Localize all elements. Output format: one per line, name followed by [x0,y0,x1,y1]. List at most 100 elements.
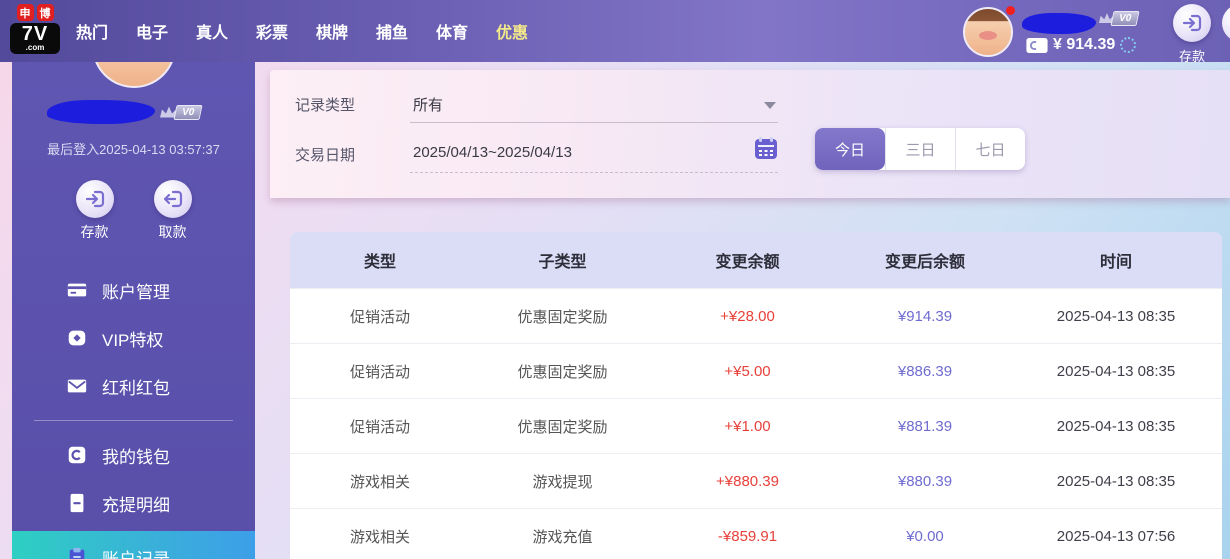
cell-after-amount: ¥914.39 [897,307,953,325]
cell-subtype: 优惠固定奖励 [517,308,608,326]
sidebar-item-account-records[interactable]: 账户记录 [12,531,255,559]
logo-badges: 申 博 [10,4,60,21]
cell-subtype: 游戏充值 [532,528,593,546]
nav-item-slots[interactable]: 电子 [136,19,168,43]
tab-three-days[interactable]: 三日 [885,128,955,170]
vip-badge: V0 [1098,11,1140,26]
topbar-deposit-button[interactable]: 存款 [1170,4,1214,65]
withdraw-arrow-icon [163,190,182,208]
sidebar-deposit-button[interactable]: 存款 [69,180,121,242]
cell-type: 促销活动 [349,418,410,436]
refresh-icon[interactable] [1120,37,1137,53]
sidebar-item-account-management[interactable]: 账户管理 [12,266,255,314]
calendar-icon[interactable] [754,136,778,165]
sidebar-item-vip-privileges[interactable]: VIP特权 [12,314,255,362]
cell-after-amount: ¥0.00 [906,527,944,545]
topbar-deposit-label: 存款 [1178,49,1205,64]
record-type-label: 记录类型 [295,97,356,114]
balance-row: ¥ 914.39 [1026,36,1137,54]
logo-box: 7V .com [10,23,60,54]
site-logo[interactable]: 申 博 7V .com [10,4,60,54]
table-row: 促销活动 优惠固定奖励 +¥28.00 ¥914.39 2025-04-13 0… [290,288,1222,343]
logo-main-text: 7V [21,23,49,45]
cell-time: 2025-04-13 08:35 [1056,417,1176,435]
record-type-select[interactable]: 所有 [413,94,443,115]
cell-change-amount: -¥859.91 [717,527,778,545]
nav-item-lottery[interactable]: 彩票 [256,19,288,43]
date-range-field[interactable]: 2025/04/13~2025/04/13 [413,144,572,161]
cell-time: 2025-04-13 08:35 [1056,362,1176,380]
sidebar-item-deposit-withdraw-details[interactable]: 充提明细 [12,479,255,527]
records-table: 类型 子类型 变更余额 变更后余额 时间 促销活动 优惠固定奖励 +¥28.00… [290,232,1222,559]
sidebar-item-bonus-redpacket[interactable]: 红利红包 [12,362,255,410]
sidebar-avatar[interactable] [91,62,176,88]
avatar[interactable] [963,7,1013,57]
cell-after-amount: ¥880.39 [897,472,953,490]
cell-subtype: 优惠固定奖励 [517,363,608,381]
deposit-circle [1173,4,1211,42]
sidebar-item-my-wallet[interactable]: 我的钱包 [12,431,255,479]
last-login-text: 最后登入2025-04-13 03:57:37 [47,142,220,157]
table-row: 游戏相关 游戏充值 -¥859.91 ¥0.00 2025-04-13 07:5… [290,508,1222,559]
column-header-change: 变更余额 [715,254,780,271]
cell-type: 促销活动 [349,308,410,326]
sidebar-item-label: 账户记录 [102,549,170,559]
clipboard-icon [65,545,89,559]
sidebar-vip-level-label: V0 [173,104,203,120]
column-header-subtype: 子类型 [538,254,587,271]
main-nav: 热门 电子 真人 彩票 棋牌 捕鱼 体育 优惠 [76,0,528,62]
sidebar-item-label: VIP特权 [102,330,164,350]
wallet-icon [1026,37,1048,53]
deposit-arrow-icon [85,190,104,208]
nav-item-sports[interactable]: 体育 [436,19,468,43]
cell-change-amount: +¥5.00 [724,362,771,380]
cell-change-amount: +¥28.00 [720,307,775,325]
sidebar-item-label: 红利红包 [102,378,170,398]
deposit-arrow-icon [1182,14,1202,32]
vip-level-label: V0 [1110,11,1140,26]
topbar: 申 博 7V .com 热门 电子 真人 彩票 棋牌 捕鱼 体育 优惠 V0 ¥… [0,0,1230,65]
page: 申 博 7V .com 热门 电子 真人 彩票 棋牌 捕鱼 体育 优惠 V0 ¥… [0,0,1230,559]
range-tabs: 今日 三日 七日 [815,128,1025,170]
column-header-time: 时间 [1099,254,1132,271]
table-header-row: 类型 子类型 变更余额 变更后余额 时间 [290,232,1222,288]
table-row: 游戏相关 游戏提现 +¥880.39 ¥880.39 2025-04-13 08… [290,453,1222,508]
sidebar-item-label: 充提明细 [102,495,170,515]
cell-time: 2025-04-13 07:56 [1056,527,1176,545]
chevron-down-icon[interactable] [764,102,776,109]
column-header-type: 类型 [363,254,396,271]
logo-badge-2: 博 [36,4,54,21]
sidebar-vip-badge: V0 [159,104,203,120]
tab-seven-days[interactable]: 七日 [955,128,1025,170]
cell-after-amount: ¥881.39 [897,417,953,435]
cell-after-amount: ¥886.39 [897,362,953,380]
sidebar-menu: 账户管理 VIP特权 红利红包 我的钱包 充提明细 账户记录 [12,266,255,559]
cell-change-amount: +¥1.00 [724,417,771,435]
nav-item-live[interactable]: 真人 [196,19,228,43]
sidebar-quick-actions: 存款 取款 [12,180,255,242]
sidebar-withdraw-button[interactable]: 取款 [147,180,199,242]
deposit-circle [75,180,114,218]
withdraw-circle [153,180,192,218]
document-icon [65,491,89,515]
balance-amount: ¥ 914.39 [1053,36,1116,53]
nav-item-promotions[interactable]: 优惠 [496,19,528,43]
nav-item-fishing[interactable]: 捕鱼 [376,19,408,43]
cell-time: 2025-04-13 08:35 [1056,307,1176,325]
cell-type: 游戏相关 [349,528,410,546]
nav-item-chess[interactable]: 棋牌 [316,19,348,43]
envelope-icon [65,374,89,398]
tab-today[interactable]: 今日 [815,128,885,170]
nav-item-hot[interactable]: 热门 [76,19,108,43]
cell-type: 游戏相关 [349,473,410,491]
cell-time: 2025-04-13 08:35 [1056,472,1176,490]
sidebar-item-label: 账户管理 [102,282,170,302]
cell-subtype: 优惠固定奖励 [517,418,608,436]
card-icon [65,278,89,302]
table-row: 促销活动 优惠固定奖励 +¥1.00 ¥881.39 2025-04-13 08… [290,398,1222,453]
record-type-underline [410,122,778,123]
column-header-after: 变更后余额 [884,254,965,271]
wallet-icon [65,443,89,467]
gem-icon [65,326,89,350]
filter-card: 记录类型 所有 交易日期 2025/04/13~2025/04/13 今日 三日… [270,70,1230,198]
